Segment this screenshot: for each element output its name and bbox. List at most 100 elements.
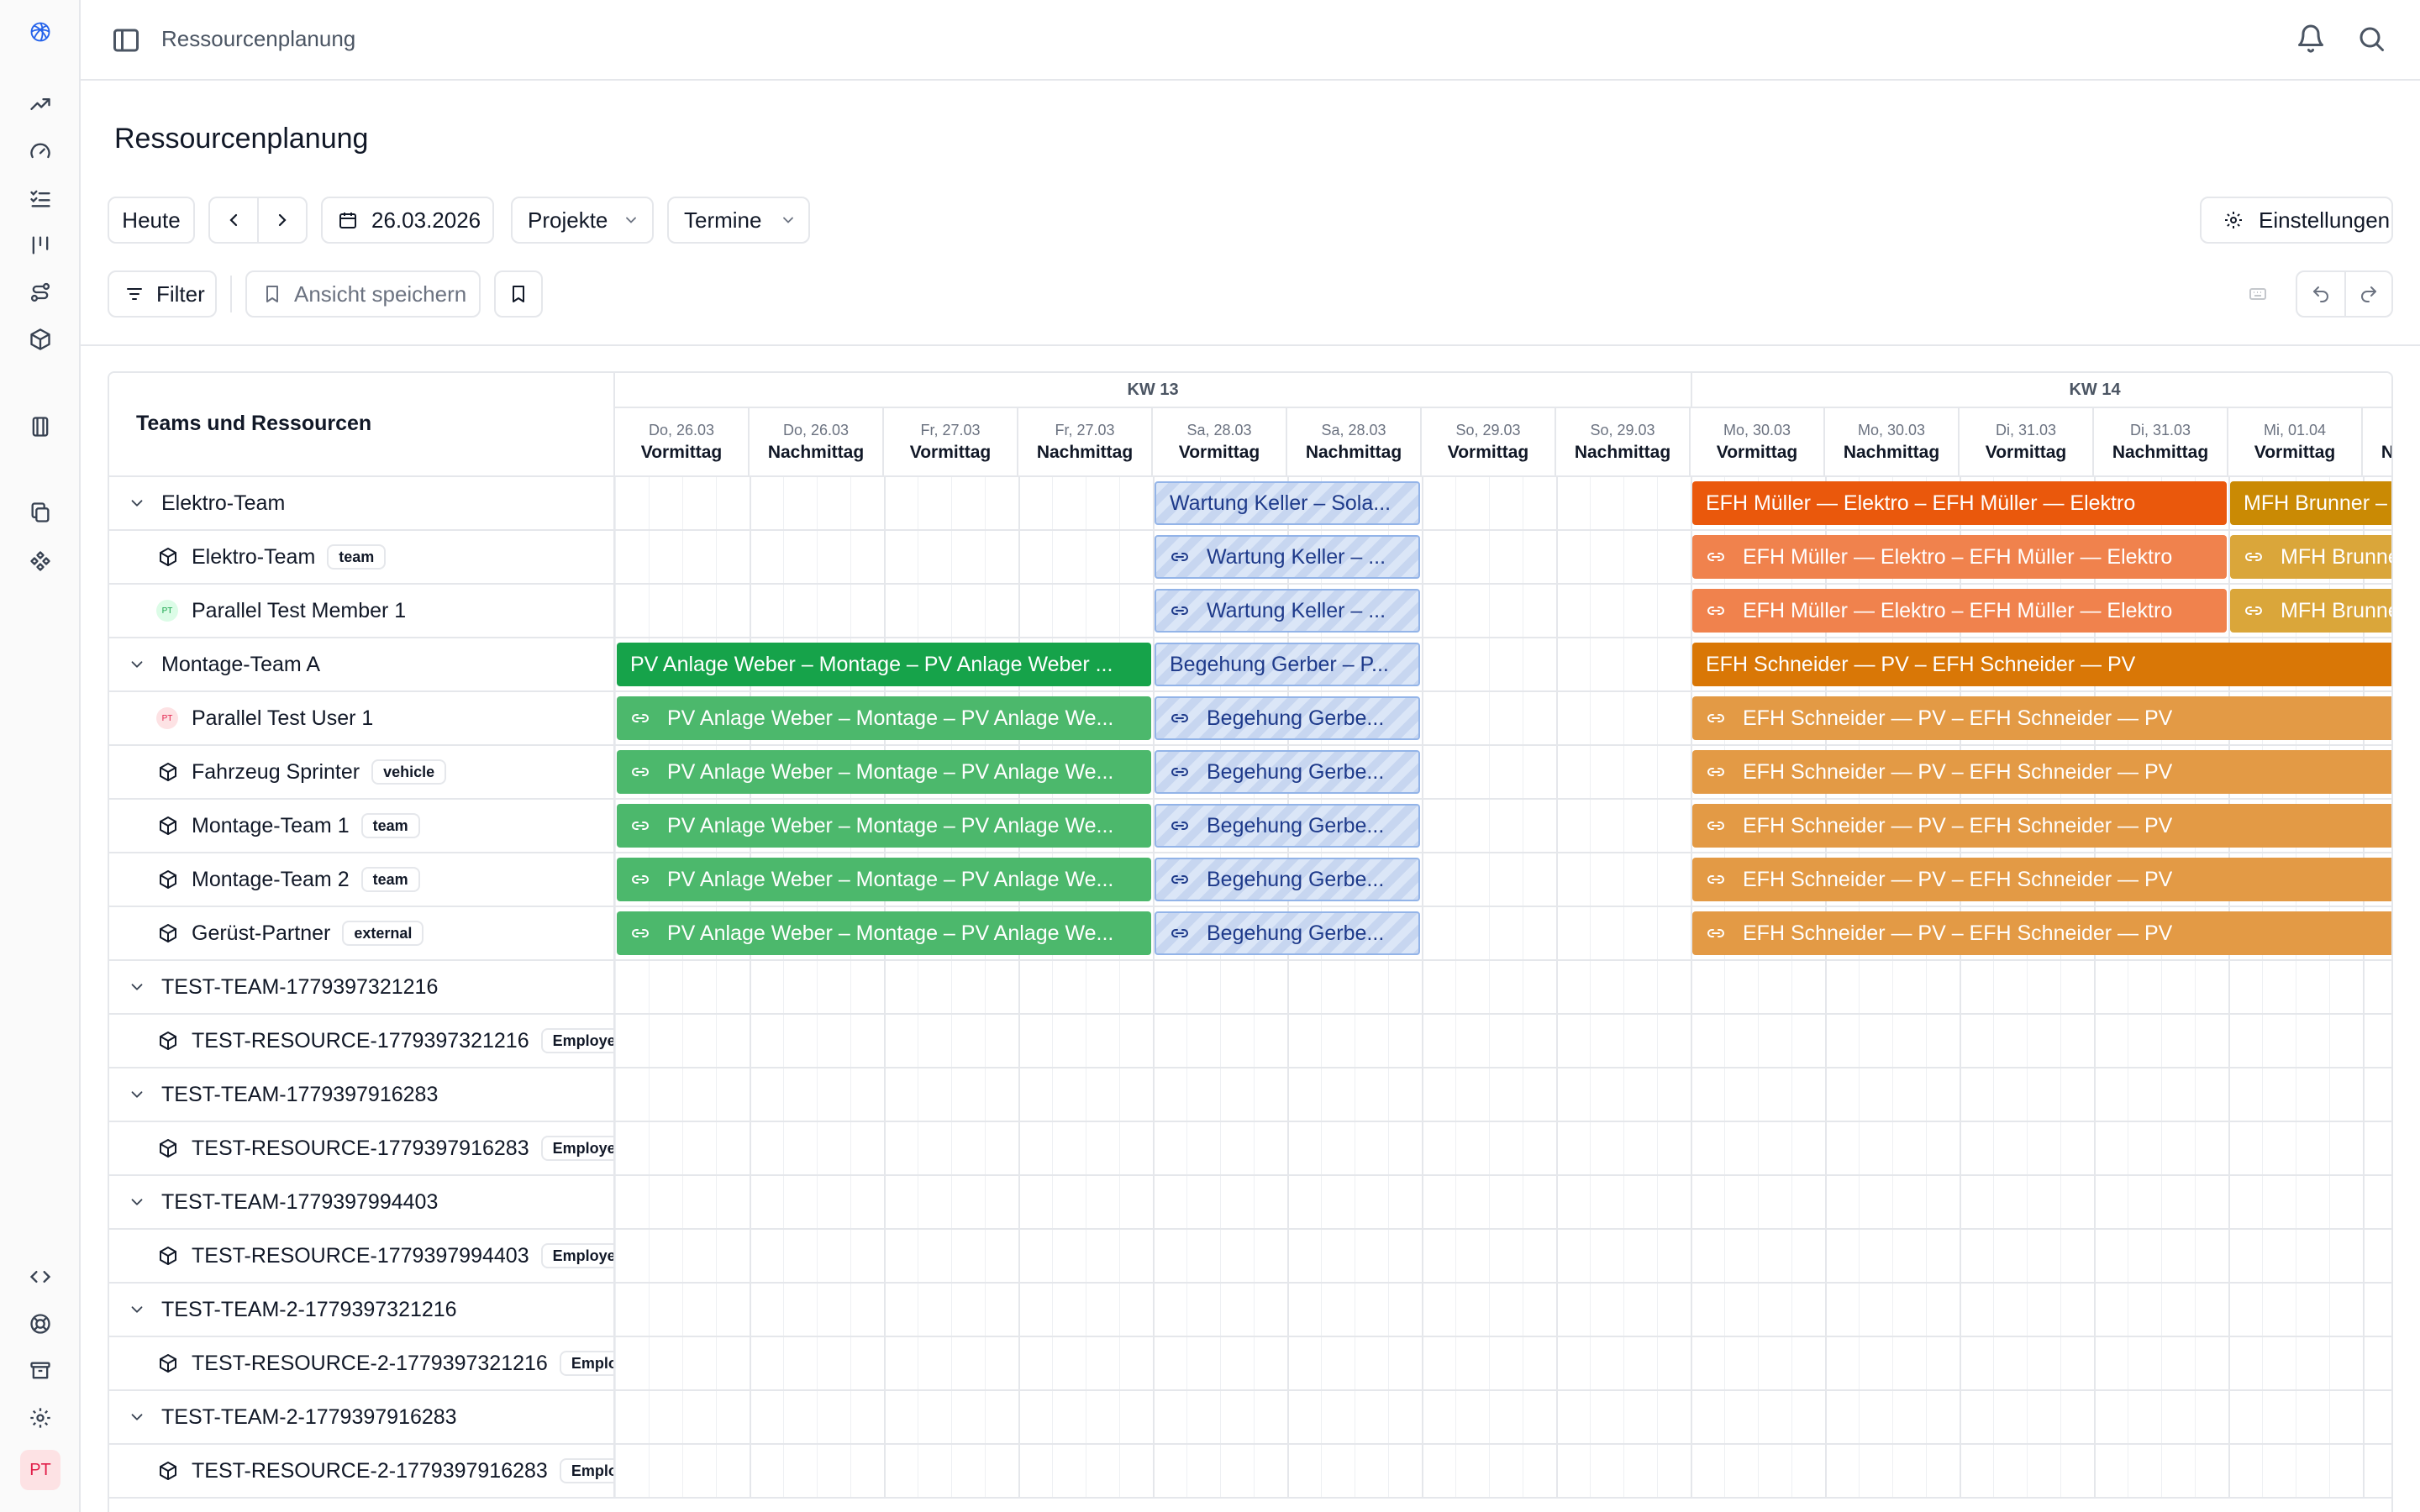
- package-icon[interactable]: [24, 323, 57, 356]
- schedule-bar[interactable]: EFH Schneider — PV – EFH Schneider — PV: [1692, 911, 2391, 955]
- chevron-right-icon: [278, 213, 287, 227]
- team-row: TEST-TEAM-1779397321216: [109, 961, 2391, 1015]
- kanban-icon[interactable]: [24, 228, 57, 262]
- cell-divider: [1556, 746, 1558, 798]
- breadcrumb[interactable]: Ressourcenplanung: [161, 26, 355, 52]
- code-icon[interactable]: [24, 1260, 57, 1294]
- schedule-bar[interactable]: PV Anlage Weber – Montage – PV Anlage We…: [617, 643, 1151, 686]
- timeline-cells[interactable]: [615, 1015, 2391, 1067]
- projects-dropdown[interactable]: Projekte: [511, 197, 654, 244]
- cell-divider: [750, 1445, 751, 1497]
- row-label[interactable]: Elektro-Team: [109, 477, 615, 529]
- copy-icon[interactable]: [24, 496, 57, 529]
- timeline-cells[interactable]: [615, 1068, 2391, 1121]
- schedule-bar[interactable]: Wartung Keller – Sola...: [1155, 481, 1420, 525]
- cell-divider: [2094, 1122, 2096, 1174]
- schedule-bar[interactable]: PV Anlage Weber – Montage – PV Anlage We…: [617, 750, 1151, 794]
- cell-divider: [750, 531, 751, 583]
- keyboard-shortcuts-button[interactable]: [2233, 270, 2282, 318]
- schedule-bar[interactable]: Begehung Gerbe...: [1155, 858, 1420, 901]
- resource-name: TEST-RESOURCE-1779397916283: [192, 1136, 529, 1160]
- save-view-button[interactable]: Ansicht speichern: [245, 270, 481, 318]
- package-icon: [160, 1354, 176, 1373]
- row-label[interactable]: TEST-TEAM-2-1779397321216: [109, 1284, 615, 1336]
- schedule-bar[interactable]: EFH Müller — Elektro – EFH Müller — Elek…: [1692, 481, 2227, 525]
- timeline-cells[interactable]: [615, 1284, 2391, 1336]
- day-date: Sa, 28.03: [1321, 422, 1386, 438]
- filter-button[interactable]: Filter: [108, 270, 217, 318]
- timeline-cells[interactable]: [615, 1391, 2391, 1443]
- schedule-bar[interactable]: EFH Müller — Elektro – EFH Müller — Elek…: [1692, 589, 2227, 633]
- search-icon[interactable]: [2356, 24, 2386, 54]
- schedule-bar[interactable]: PV Anlage Weber – Montage – PV Anlage We…: [617, 696, 1151, 740]
- timeline-cells[interactable]: [615, 1176, 2391, 1228]
- row-label[interactable]: TEST-TEAM-1779397321216: [109, 961, 615, 1013]
- day-part: Nachmittag: [1036, 443, 1134, 462]
- date-picker-button[interactable]: 26.03.2026: [321, 197, 494, 244]
- sidebar-toggle-icon[interactable]: [111, 25, 141, 55]
- resource-row: TEST-RESOURCE-2-1779397916283 Employee: [109, 1445, 2391, 1499]
- app-logo-icon[interactable]: [24, 15, 57, 49]
- schedule-bar[interactable]: PV Anlage Weber – Montage – PV Anlage We…: [617, 911, 1151, 955]
- film-icon[interactable]: [24, 410, 57, 444]
- schedule-bar[interactable]: Begehung Gerbe...: [1155, 750, 1420, 794]
- cell-divider: [1825, 961, 1827, 1013]
- schedule-bar[interactable]: MFH Brunner – ...: [2230, 481, 2391, 525]
- row-label[interactable]: Montage-Team A: [109, 638, 615, 690]
- schedule-bar[interactable]: MFH Brunner – ...: [2230, 589, 2391, 633]
- schedule-bar[interactable]: Begehung Gerber – P...: [1155, 643, 1420, 686]
- previous-button[interactable]: [210, 198, 259, 242]
- schedule-bar[interactable]: Begehung Gerbe...: [1155, 696, 1420, 740]
- appointments-dropdown[interactable]: Termine: [667, 197, 810, 244]
- schedule-bar[interactable]: Wartung Keller – ...: [1155, 589, 1420, 633]
- checklist-icon[interactable]: [24, 181, 57, 215]
- settings-button[interactable]: Einstellungen: [2200, 197, 2393, 244]
- bell-icon[interactable]: [2296, 24, 2326, 54]
- timeline-cells[interactable]: [615, 1122, 2391, 1174]
- row-label[interactable]: TEST-TEAM-1779397994403: [109, 1176, 615, 1228]
- today-button[interactable]: Heute: [108, 197, 195, 244]
- timeline-cells[interactable]: [615, 961, 2391, 1013]
- row-label[interactable]: TEST-TEAM-2-1779397916283: [109, 1391, 615, 1443]
- cell-divider: [1422, 1176, 1423, 1228]
- schedule-bar-label: Wartung Keller – ...: [1207, 544, 1386, 569]
- schedule-bar[interactable]: EFH Schneider — PV – EFH Schneider — PV: [1692, 858, 2391, 901]
- row-label: PT Parallel Test Member 1: [109, 585, 615, 637]
- schedule-bar[interactable]: EFH Schneider — PV – EFH Schneider — PV: [1692, 804, 2391, 848]
- components-icon[interactable]: [24, 544, 57, 578]
- schedule-bar[interactable]: EFH Müller — Elektro – EFH Müller — Elek…: [1692, 535, 2227, 579]
- link-icon: [632, 929, 649, 937]
- schedule-bar[interactable]: PV Anlage Weber – Montage – PV Anlage We…: [617, 804, 1151, 848]
- archive-icon[interactable]: [24, 1354, 57, 1388]
- day-date: Fr, 27.03: [1055, 422, 1115, 438]
- route-icon[interactable]: [24, 276, 57, 309]
- redo-button[interactable]: [2346, 272, 2391, 316]
- schedule-bar[interactable]: MFH Brunner – ...: [2230, 535, 2391, 579]
- gauge-icon[interactable]: [24, 134, 57, 168]
- help-lifebuoy-icon[interactable]: [24, 1307, 57, 1341]
- schedule-bar[interactable]: EFH Schneider — PV – EFH Schneider — PV: [1692, 643, 2391, 686]
- schedule-bar[interactable]: EFH Schneider — PV – EFH Schneider — PV: [1692, 696, 2391, 740]
- schedule-bar[interactable]: Begehung Gerbe...: [1155, 804, 1420, 848]
- cell-divider: [1556, 907, 1558, 959]
- team-row: TEST-TEAM-2-1779397321216: [109, 1284, 2391, 1337]
- trending-icon[interactable]: [24, 87, 57, 121]
- user-avatar[interactable]: PT: [20, 1450, 60, 1490]
- schedule-bar[interactable]: Wartung Keller – ...: [1155, 535, 1420, 579]
- cell-divider: [1422, 1015, 1423, 1067]
- schedule-bar[interactable]: EFH Schneider — PV – EFH Schneider — PV: [1692, 750, 2391, 794]
- timeline-cells[interactable]: [615, 1230, 2391, 1282]
- row-label[interactable]: TEST-TEAM-1779397916283: [109, 1068, 615, 1121]
- schedule-bar-label: PV Anlage Weber – Montage – PV Anlage We…: [667, 921, 1114, 945]
- resource-row: TEST-RESOURCE-1779397916283 Employee: [109, 1122, 2391, 1176]
- schedule-bar[interactable]: PV Anlage Weber – Montage – PV Anlage We…: [617, 858, 1151, 901]
- timeline-cells[interactable]: [615, 1337, 2391, 1389]
- settings-gear-icon[interactable]: [24, 1401, 57, 1435]
- next-button[interactable]: [259, 198, 306, 242]
- saved-views-button[interactable]: [494, 270, 543, 318]
- timeline-cells[interactable]: [615, 1445, 2391, 1497]
- person-avatar: PT: [156, 707, 178, 729]
- day-column-header: Fr, 27.03 Vormittag: [884, 408, 1018, 477]
- undo-button[interactable]: [2297, 272, 2346, 316]
- schedule-bar[interactable]: Begehung Gerbe...: [1155, 911, 1420, 955]
